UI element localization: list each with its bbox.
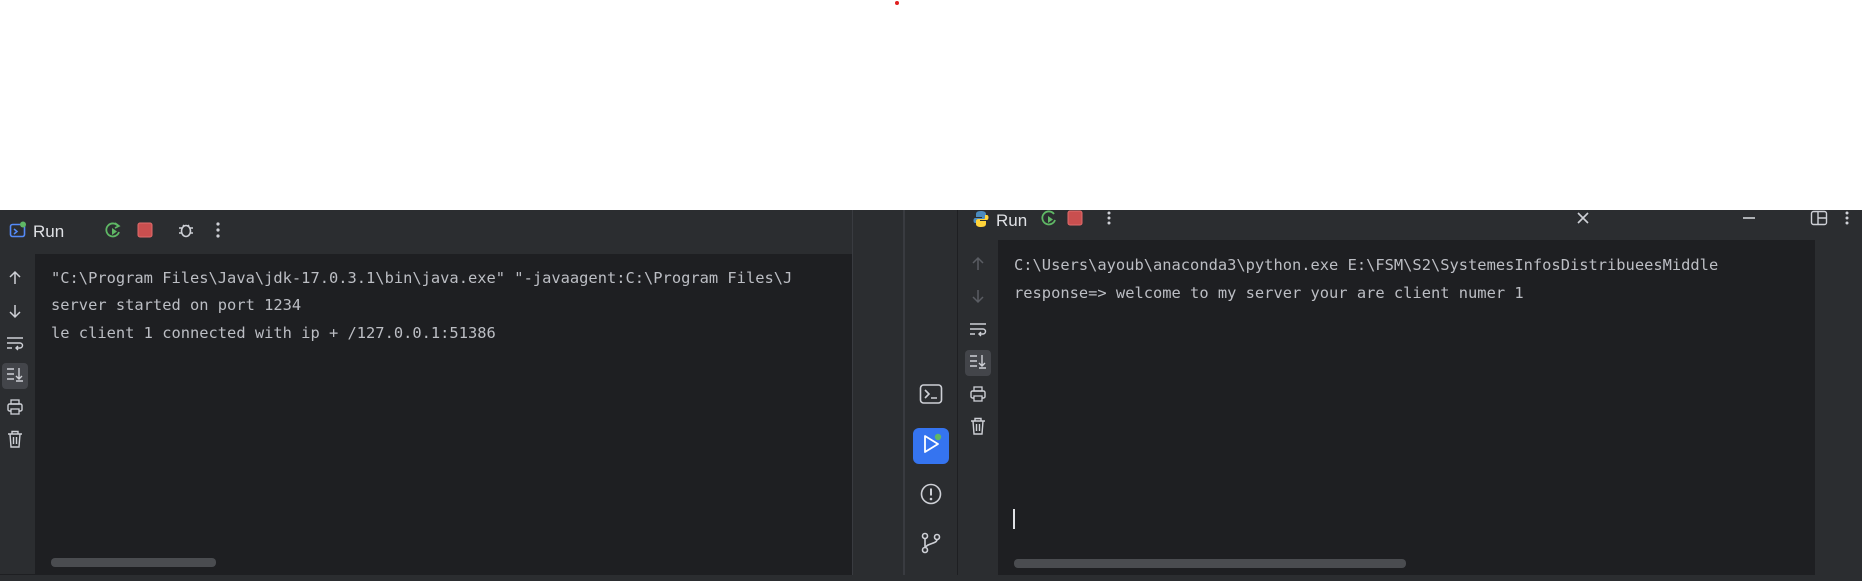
clear-button[interactable] xyxy=(2,428,28,454)
git-icon xyxy=(919,531,943,559)
scroll-down-button[interactable] xyxy=(2,300,28,326)
print-button[interactable] xyxy=(965,383,991,409)
minimize-button[interactable] xyxy=(1736,207,1762,233)
rerun-button[interactable] xyxy=(1036,207,1062,233)
red-marker-dot xyxy=(895,1,899,5)
scroll-up-button[interactable] xyxy=(2,267,28,293)
console-line: response=> welcome to my server your are… xyxy=(1014,284,1524,302)
debug-button[interactable] xyxy=(173,219,199,245)
left-run-toolbar: Run xyxy=(0,210,852,255)
soft-wrap-button[interactable] xyxy=(2,332,28,358)
problems-icon xyxy=(919,482,943,510)
scroll-to-end-button[interactable] xyxy=(965,350,991,376)
right-run-panel: Run C:\Users\ayoub\anaconda3\python.exe … xyxy=(903,210,1862,581)
more-options-icon xyxy=(1106,210,1112,230)
print-icon xyxy=(6,399,24,419)
git-button[interactable] xyxy=(913,527,949,563)
python-icon xyxy=(972,210,990,232)
editor-blank-area xyxy=(0,0,1862,210)
rerun-button[interactable] xyxy=(100,219,126,245)
left-run-panel: Run "C:\Program Files\Java\jdk-17.0.3.1\… xyxy=(0,210,904,581)
layout-button[interactable] xyxy=(1806,207,1832,233)
terminal-button[interactable] xyxy=(913,378,949,414)
right-run-tab[interactable]: Run xyxy=(972,210,1027,232)
scroll-up-button[interactable] xyxy=(965,253,991,279)
console-line: C:\Users\ayoub\anaconda3\python.exe E:\F… xyxy=(1014,256,1718,274)
left-run-tab[interactable]: Run xyxy=(9,219,64,245)
clear-icon xyxy=(970,417,986,439)
rerun-icon xyxy=(103,220,123,244)
scroll-down-icon xyxy=(970,288,986,308)
soft-wrap-icon xyxy=(969,321,987,341)
minimize-icon xyxy=(1741,210,1757,230)
more-options-button[interactable] xyxy=(1096,207,1122,233)
scroll-to-end-button[interactable] xyxy=(2,363,28,389)
right-run-label: Run xyxy=(996,211,1028,230)
soft-wrap-icon xyxy=(6,335,24,355)
print-button[interactable] xyxy=(2,396,28,422)
rerun-icon xyxy=(1039,208,1059,232)
left-console-output[interactable]: "C:\Program Files\Java\jdk-17.0.3.1\bin\… xyxy=(35,254,852,574)
stop-button[interactable] xyxy=(132,219,158,245)
more-options-icon xyxy=(215,221,221,243)
problems-button[interactable] xyxy=(913,478,949,514)
console-line: "C:\Program Files\Java\jdk-17.0.3.1\bin\… xyxy=(51,269,793,287)
scroll-down-button[interactable] xyxy=(965,285,991,311)
more-options-icon xyxy=(1844,210,1850,230)
stop-button[interactable] xyxy=(1062,207,1088,233)
tool-window-rail xyxy=(905,210,958,581)
more-options-button[interactable] xyxy=(205,219,231,245)
scroll-up-icon xyxy=(7,270,23,290)
print-icon xyxy=(969,386,987,406)
java-app-icon xyxy=(9,221,27,243)
console-line: server started on port 1234 xyxy=(51,296,302,314)
run-tool-button[interactable] xyxy=(913,428,949,464)
debug-icon xyxy=(176,220,196,244)
scroll-to-end-icon xyxy=(6,366,24,386)
scroll-up-icon xyxy=(970,256,986,276)
horizontal-scrollbar[interactable] xyxy=(51,558,216,567)
stop-icon xyxy=(136,221,154,243)
right-console-output[interactable]: C:\Users\ayoub\anaconda3\python.exe E:\F… xyxy=(998,240,1718,575)
scroll-to-end-icon xyxy=(969,353,987,373)
terminal-icon xyxy=(919,383,943,409)
right-run-toolbar: Run xyxy=(958,210,1862,240)
stop-icon xyxy=(1066,209,1084,231)
scroll-down-icon xyxy=(7,303,23,323)
more-options-button[interactable] xyxy=(1834,207,1860,233)
left-console-toolbar xyxy=(0,254,35,574)
clear-button[interactable] xyxy=(965,415,991,441)
horizontal-scrollbar[interactable] xyxy=(1014,559,1406,568)
close-icon xyxy=(1575,210,1591,230)
run-icon xyxy=(919,432,943,460)
layout-icon xyxy=(1810,210,1828,230)
left-run-label: Run xyxy=(33,222,65,241)
status-bar xyxy=(0,575,1862,581)
console-line: le client 1 connected with ip + /127.0.0… xyxy=(51,324,496,342)
clear-icon xyxy=(7,430,23,452)
right-panel-edge xyxy=(1815,240,1862,581)
right-console-toolbar xyxy=(958,240,998,575)
soft-wrap-button[interactable] xyxy=(965,318,991,344)
text-cursor xyxy=(1013,509,1015,529)
close-button[interactable] xyxy=(1570,207,1596,233)
left-panel-edge xyxy=(852,210,904,581)
